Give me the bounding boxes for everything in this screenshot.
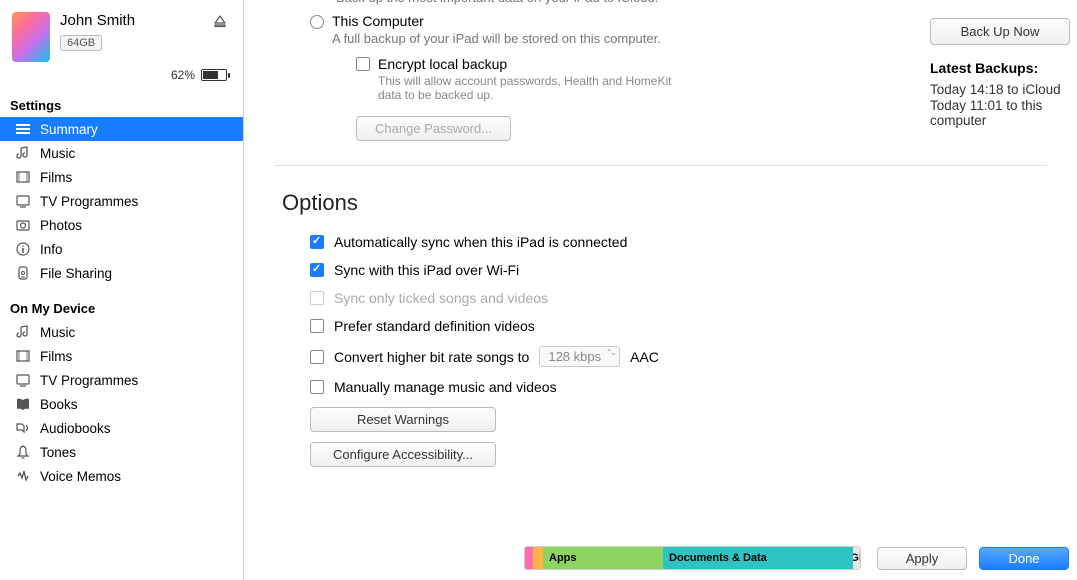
photos-icon	[14, 216, 32, 234]
main-panel: Back up the most important data on your …	[244, 0, 1077, 580]
bitrate-dropdown[interactable]: 128 kbps	[539, 346, 620, 367]
radio-label: This Computer	[332, 13, 424, 29]
checkbox-icon	[310, 380, 324, 394]
latest-backups-title: Latest Backups:	[930, 60, 1077, 76]
nav-label: Music	[40, 146, 75, 161]
checkbox-icon	[310, 235, 324, 249]
voice-memos-icon	[14, 467, 32, 485]
battery-percent: 62%	[171, 68, 195, 82]
latest-backup-line: Today 14:18 to iCloud	[930, 82, 1077, 97]
latest-backups: Latest Backups: Today 14:18 to iCloud To…	[930, 60, 1077, 129]
encrypt-desc: This will allow account passwords, Healt…	[378, 74, 688, 102]
storage-bar[interactable]: Apps Documents & Data 31.96 GB Free	[524, 546, 861, 570]
nav-label: Books	[40, 397, 78, 412]
nav-photos[interactable]: Photos	[0, 213, 243, 237]
tones-icon	[14, 443, 32, 461]
audiobooks-icon	[14, 419, 32, 437]
device-name: John Smith	[60, 12, 231, 29]
music-icon	[14, 144, 32, 162]
nav-label: File Sharing	[40, 266, 112, 281]
device-thumbnail	[12, 12, 50, 62]
nav-label: TV Programmes	[40, 373, 138, 388]
nav-file-sharing[interactable]: File Sharing	[0, 261, 243, 285]
storage-seg-free: 31.96 GB Free	[853, 547, 860, 569]
nav-tv[interactable]: TV Programmes	[0, 189, 243, 213]
option-auto-sync[interactable]: Automatically sync when this iPad is con…	[310, 234, 1047, 250]
encrypt-label: Encrypt local backup	[378, 56, 507, 72]
nav-label: Films	[40, 349, 72, 364]
storage-seg-audio	[525, 547, 533, 569]
battery-icon	[201, 69, 227, 81]
backup-now-button[interactable]: Back Up Now	[930, 18, 1070, 45]
nav-summary[interactable]: Summary	[0, 117, 243, 141]
eject-icon[interactable]	[213, 14, 227, 28]
option-wifi-sync[interactable]: Sync with this iPad over Wi-Fi	[310, 262, 1047, 278]
latest-backup-line: Today 11:01 to this computer	[930, 98, 1077, 128]
on-device-section-header: On My Device	[0, 295, 243, 320]
options-title: Options	[282, 190, 1047, 216]
nav-label: Photos	[40, 218, 82, 233]
tv-icon	[14, 192, 32, 210]
tv-icon	[14, 371, 32, 389]
option-label: Sync with this iPad over Wi-Fi	[334, 262, 519, 278]
nav-device-voice-memos[interactable]: Voice Memos	[0, 464, 243, 488]
option-label: Automatically sync when this iPad is con…	[334, 234, 627, 250]
books-icon	[14, 395, 32, 413]
icloud-backup-desc: Back up the most important data on your …	[310, 0, 1047, 5]
device-header: John Smith 64GB	[0, 0, 243, 70]
nav-label: Voice Memos	[40, 469, 121, 484]
music-icon	[14, 323, 32, 341]
info-icon	[14, 240, 32, 258]
option-label: Manually manage music and videos	[334, 379, 557, 395]
storage-seg-docs: Documents & Data	[663, 547, 853, 569]
nav-films[interactable]: Films	[0, 165, 243, 189]
checkbox-icon	[310, 350, 324, 364]
option-label: Prefer standard definition videos	[334, 318, 535, 334]
file-sharing-icon	[14, 264, 32, 282]
checkbox-icon	[356, 57, 370, 71]
nav-label: Tones	[40, 445, 76, 460]
bottom-bar: Apps Documents & Data 31.96 GB Free Appl…	[524, 546, 1069, 570]
option-sd-video[interactable]: Prefer standard definition videos	[310, 318, 1047, 334]
nav-info[interactable]: Info	[0, 237, 243, 261]
capacity-badge: 64GB	[60, 35, 102, 51]
checkbox-icon	[310, 263, 324, 277]
summary-icon	[14, 120, 32, 138]
nav-device-audiobooks[interactable]: Audiobooks	[0, 416, 243, 440]
storage-seg-apps: Apps	[543, 547, 663, 569]
checkbox-icon	[310, 291, 324, 305]
option-label: Convert higher bit rate songs to	[334, 349, 529, 365]
nav-device-tv[interactable]: TV Programmes	[0, 368, 243, 392]
nav-device-music[interactable]: Music	[0, 320, 243, 344]
apply-button[interactable]: Apply	[877, 547, 967, 570]
option-manual-manage[interactable]: Manually manage music and videos	[310, 379, 1047, 395]
radio-icon	[310, 15, 324, 29]
settings-section-header: Settings	[0, 92, 243, 117]
done-button[interactable]: Done	[979, 547, 1069, 570]
films-icon	[14, 168, 32, 186]
storage-seg-photos	[533, 547, 543, 569]
battery-status: 62%	[0, 68, 243, 92]
nav-label: Audiobooks	[40, 421, 111, 436]
configure-accessibility-button[interactable]: Configure Accessibility...	[310, 442, 496, 467]
section-divider	[274, 165, 1047, 166]
option-convert-bitrate[interactable]: Convert higher bit rate songs to 128 kbp…	[310, 346, 1047, 367]
nav-label: Info	[40, 242, 63, 257]
option-ticked-only: Sync only ticked songs and videos	[310, 290, 1047, 306]
nav-label: Summary	[40, 122, 98, 137]
nav-label: Music	[40, 325, 75, 340]
nav-device-films[interactable]: Films	[0, 344, 243, 368]
aac-label: AAC	[630, 349, 659, 365]
films-icon	[14, 347, 32, 365]
nav-label: TV Programmes	[40, 194, 138, 209]
nav-device-books[interactable]: Books	[0, 392, 243, 416]
device-sidebar: John Smith 64GB 62% Settings Summary Mus…	[0, 0, 244, 580]
nav-device-tones[interactable]: Tones	[0, 440, 243, 464]
change-password-button[interactable]: Change Password...	[356, 116, 511, 141]
reset-warnings-button[interactable]: Reset Warnings	[310, 407, 496, 432]
checkbox-icon	[310, 319, 324, 333]
option-label: Sync only ticked songs and videos	[334, 290, 548, 306]
nav-label: Films	[40, 170, 72, 185]
nav-music[interactable]: Music	[0, 141, 243, 165]
